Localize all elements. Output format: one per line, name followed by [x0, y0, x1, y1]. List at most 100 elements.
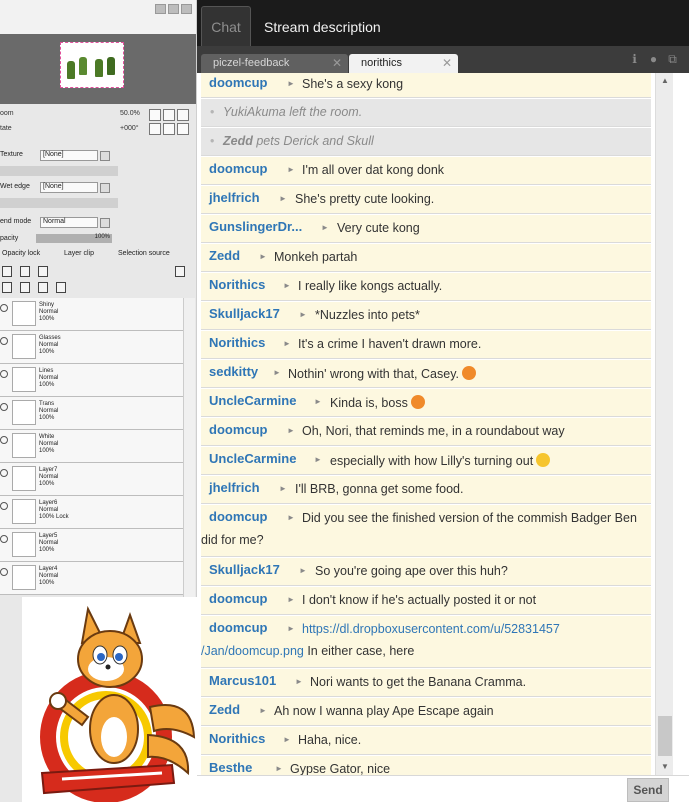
eye-icon[interactable]: [0, 502, 8, 510]
user-icon[interactable]: ●: [647, 53, 660, 66]
layer-list-scrollbar[interactable]: [183, 298, 195, 598]
arrow-icon: ►: [283, 281, 291, 290]
close-icon[interactable]: ✕: [442, 54, 452, 73]
username-link[interactable]: UncleCarmine: [209, 451, 296, 466]
username-link[interactable]: Skulljack17: [209, 562, 280, 577]
chat-message: UncleCarmine ► especially with how Lilly…: [201, 447, 651, 475]
room-tab-piczel-feedback[interactable]: piczel-feedback ✕: [201, 54, 348, 73]
eye-icon[interactable]: [0, 469, 8, 477]
wet-edge-slider[interactable]: [0, 198, 118, 208]
close-icon[interactable]: [181, 4, 192, 14]
layer-list: Shiny Normal 100% Glasses Normal 100% Lines N…: [0, 298, 183, 595]
trash-icon[interactable]: [56, 282, 66, 293]
username-link[interactable]: Norithics: [209, 335, 265, 350]
clear-layer-icon[interactable]: [38, 282, 48, 293]
message-text: especially with how Lilly's turning out: [330, 453, 551, 468]
scrollbar-thumb[interactable]: [658, 716, 672, 756]
username-link[interactable]: Marcus101: [209, 673, 276, 688]
username-link[interactable]: doomcup: [209, 509, 268, 524]
layer-row[interactable]: Layer5 Normal 100%: [0, 529, 183, 562]
eye-icon[interactable]: [0, 337, 8, 345]
texture-select[interactable]: [None]: [40, 150, 98, 161]
layer-row[interactable]: Lines Normal 100%: [0, 364, 183, 397]
merge-down-icon[interactable]: [20, 282, 30, 293]
minimize-icon[interactable]: [155, 4, 166, 14]
tab-stream-description[interactable]: Stream description: [264, 6, 381, 46]
eye-icon[interactable]: [0, 370, 8, 378]
wet-edge-select[interactable]: [None]: [40, 182, 98, 193]
rotate-right-icon[interactable]: [163, 123, 175, 135]
new-linework-layer-icon[interactable]: [38, 266, 48, 277]
navigator-preview[interactable]: [0, 34, 196, 104]
layer-row[interactable]: Layer6 Normal 100% Lock: [0, 496, 183, 529]
username-link[interactable]: doomcup: [209, 75, 268, 90]
message-scrollbar[interactable]: ▲ ▼: [655, 73, 673, 775]
opacity-lock-checkbox[interactable]: Opacity lock: [2, 250, 40, 257]
layer-row[interactable]: Layer7 Normal 100%: [0, 463, 183, 496]
transfer-down-icon[interactable]: [2, 282, 12, 293]
eye-icon[interactable]: [0, 304, 8, 312]
layer-row[interactable]: White Normal 100%: [0, 430, 183, 463]
username-link[interactable]: doomcup: [209, 591, 268, 606]
arrow-icon: ►: [259, 706, 267, 715]
eye-icon[interactable]: [0, 436, 8, 444]
eye-icon[interactable]: [0, 535, 8, 543]
new-layer-set-icon[interactable]: [20, 266, 30, 277]
opacity-slider[interactable]: 100%: [36, 234, 112, 243]
zoom-value[interactable]: 50.0%: [120, 110, 140, 117]
scroll-up-icon[interactable]: ▲: [656, 73, 674, 89]
layer-clip-checkbox[interactable]: Layer clip: [64, 250, 94, 257]
layer-row[interactable]: Trans Normal 100%: [0, 397, 183, 430]
eye-icon[interactable]: [0, 403, 8, 411]
tab-chat[interactable]: Chat: [201, 6, 251, 46]
rotate-reset-icon[interactable]: [177, 123, 189, 135]
message-text: Very cute kong: [337, 221, 420, 235]
message-text: So you're going ape over this huh?: [315, 564, 508, 578]
message-link[interactable]: https://dl.dropboxusercontent.com/u/5283…: [302, 622, 560, 636]
layer-row[interactable]: Shiny Normal 100%: [0, 298, 183, 331]
room-tab-norithics[interactable]: norithics ✕: [349, 54, 458, 73]
layer-row[interactable]: Glasses Normal 100%: [0, 331, 183, 364]
scroll-down-icon[interactable]: ▼: [656, 759, 674, 775]
rotate-value[interactable]: +000°: [120, 125, 139, 132]
username-link[interactable]: Skulljack17: [209, 306, 280, 321]
texture-toggle[interactable]: [100, 151, 110, 161]
rotate-left-icon[interactable]: [149, 123, 161, 135]
close-icon[interactable]: ✕: [332, 54, 342, 73]
username-link[interactable]: UncleCarmine: [209, 393, 296, 408]
message-link-continued[interactable]: /Jan/doomcup.png: [201, 644, 304, 658]
zoom-out-icon[interactable]: [149, 109, 161, 121]
wet-edge-row: Wet edge [None]: [0, 182, 110, 193]
blend-mode-dropdown-icon[interactable]: [100, 218, 110, 228]
selection-source-checkbox[interactable]: Selection source: [118, 250, 170, 257]
zoom-reset-icon[interactable]: [177, 109, 189, 121]
eye-icon[interactable]: [0, 568, 8, 576]
username-link[interactable]: doomcup: [209, 161, 268, 176]
chat-message: doomcup ► https://dl.dropboxusercontent.…: [201, 616, 651, 668]
blend-mode-select[interactable]: Normal: [40, 217, 98, 228]
username-link[interactable]: doomcup: [209, 620, 268, 635]
username-link[interactable]: Zedd: [209, 248, 240, 263]
username-link[interactable]: jhelfrich: [209, 480, 260, 495]
new-layer-icon[interactable]: [2, 266, 12, 277]
arrow-icon: ►: [283, 339, 291, 348]
layer-row[interactable]: Layer4 Normal 100%: [0, 562, 183, 595]
wet-edge-toggle[interactable]: [100, 183, 110, 193]
username-link[interactable]: GunslingerDr...: [209, 219, 302, 234]
popout-icon[interactable]: ⧉: [666, 53, 679, 66]
username-link[interactable]: sedkitty: [209, 364, 258, 379]
username-link[interactable]: doomcup: [209, 422, 268, 437]
layer-panel-icon[interactable]: [175, 266, 185, 277]
bullet-icon: •: [210, 134, 215, 148]
username-link[interactable]: jhelfrich: [209, 190, 260, 205]
username-link[interactable]: Zedd: [209, 702, 240, 717]
zoom-in-icon[interactable]: [163, 109, 175, 121]
info-icon[interactable]: ℹ: [628, 53, 641, 66]
send-button[interactable]: Send: [627, 778, 669, 802]
username-link[interactable]: Besthe: [209, 760, 252, 775]
texture-scale-slider[interactable]: [0, 166, 118, 176]
maximize-icon[interactable]: [168, 4, 179, 14]
username-link[interactable]: Norithics: [209, 277, 265, 292]
username-link[interactable]: Norithics: [209, 731, 265, 746]
layer-tool-icons: [0, 264, 195, 296]
